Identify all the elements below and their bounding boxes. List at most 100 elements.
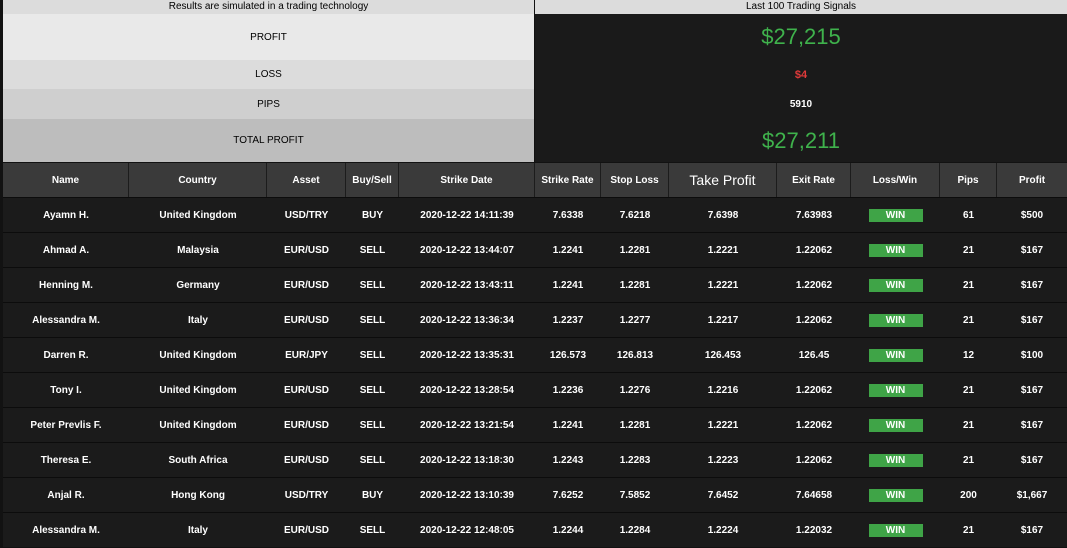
cell-name: Alessandra M. [32,314,100,326]
win-badge: WIN [868,243,923,257]
table-row: Darren R. United Kingdom EUR/JPY SELL 2020-1… [3,337,1067,372]
cell-asset: EUR/JPY [285,349,328,361]
signals-caption: Last 100 Trading Signals [535,0,1067,14]
signals-table: Name Country Asset Buy/Sell Strike Date … [3,163,1067,547]
header-strike-rate: Strike Rate [535,163,601,197]
cell-profit: $167 [1020,454,1044,466]
cell-pips: 21 [962,384,975,396]
cell-stop-loss: 1.2283 [619,454,651,466]
cell-country: United Kingdom [159,384,237,396]
win-badge: WIN [868,278,923,292]
table-row: Tony I. United Kingdom EUR/USD SELL 2020-12-… [3,372,1067,407]
header-take-profit: Take Profit [669,163,777,197]
cell-buy-sell: SELL [359,349,386,361]
total-profit-value: $27,211 [535,119,1067,162]
cell-exit-rate: 126.45 [798,349,830,361]
pips-value: 5910 [535,89,1067,119]
header-strike-date: Strike Date [399,163,535,197]
cell-take-profit: 7.6398 [707,209,739,221]
cell-loss-win: WIN [851,198,940,232]
cell-name: Ayamn H. [43,209,89,221]
cell-strike-date: 2020-12-22 13:44:07 [420,244,514,256]
cell-strike-date: 2020-12-22 13:21:54 [420,419,514,431]
cell-exit-rate: 1.22032 [795,524,833,536]
cell-country: Malaysia [177,244,219,256]
cell-strike-date: 2020-12-22 13:18:30 [420,454,514,466]
cell-pips: 21 [962,244,975,256]
cell-stop-loss: 1.2281 [619,419,651,431]
cell-loss-win: WIN [851,338,940,372]
cell-country: United Kingdom [159,209,237,221]
cell-country: South Africa [168,454,228,466]
table-row: Peter Prevlis F. United Kingdom EUR/USD SEL… [3,407,1067,442]
table-row: Alessandra M. Italy EUR/USD SELL 2020-12-22 … [3,302,1067,337]
cell-country: Italy [187,524,208,536]
cell-profit: $167 [1020,244,1044,256]
cell-exit-rate: 1.22062 [795,279,833,291]
cell-buy-sell: SELL [359,384,386,396]
cell-strike-date: 2020-12-22 12:48:05 [420,524,514,536]
cell-stop-loss: 1.2281 [619,244,651,256]
cell-name: Anjal R. [47,489,85,501]
win-badge: WIN [868,488,923,502]
cell-take-profit: 126.453 [704,349,742,361]
header-stop-loss: Stop Loss [601,163,669,197]
cell-asset: EUR/USD [283,384,329,396]
header-loss-win: Loss/Win [851,163,940,197]
cell-name: Ahmad A. [42,244,90,256]
loss-value: $4 [535,60,1067,89]
cell-exit-rate: 7.64658 [795,489,833,501]
cell-take-profit: 1.2216 [707,384,739,396]
cell-stop-loss: 1.2281 [619,279,651,291]
cell-exit-rate: 1.22062 [795,314,833,326]
header-profit: Profit [1018,174,1046,186]
cell-asset: EUR/USD [283,454,329,466]
cell-buy-sell: SELL [359,524,386,536]
cell-pips: 61 [962,209,975,221]
cell-strike-date: 2020-12-22 13:28:54 [420,384,514,396]
cell-stop-loss: 1.2277 [619,314,651,326]
cell-loss-win: WIN [851,443,940,477]
cell-buy-sell: BUY [361,489,384,501]
cell-name: Tony I. [50,384,82,396]
win-badge: WIN [868,313,923,327]
cell-strike-rate: 1.2244 [552,524,584,536]
summary-panel: Results are simulated in a trading techn… [0,0,1067,162]
cell-take-profit: 7.6452 [707,489,739,501]
cell-loss-win: WIN [851,408,940,442]
cell-profit: $167 [1020,524,1044,536]
cell-loss-win: WIN [851,373,940,407]
cell-profit: $100 [1020,349,1044,361]
win-badge: WIN [868,208,923,222]
cell-asset: EUR/USD [283,419,329,431]
cell-stop-loss: 7.6218 [619,209,651,221]
cell-take-profit: 1.2223 [707,454,739,466]
cell-asset: EUR/USD [283,524,329,536]
table-row: Ahmad A. Malaysia EUR/USD SELL 2020-12-22 13… [3,232,1067,267]
cell-profit: $1,667 [1016,489,1048,501]
cell-strike-rate: 7.6252 [552,489,584,501]
cell-take-profit: 1.2221 [707,244,739,256]
cell-name: Alessandra M. [32,524,100,536]
cell-strike-date: 2020-12-22 13:36:34 [420,314,514,326]
cell-loss-win: WIN [851,513,940,547]
cell-pips: 21 [962,279,975,291]
cell-pips: 21 [962,419,975,431]
cell-strike-rate: 1.2237 [552,314,584,326]
cell-buy-sell: SELL [359,279,386,291]
cell-loss-win: WIN [851,478,940,512]
win-badge: WIN [868,523,923,537]
table-row: Theresa E. South Africa EUR/USD SELL 2020-12… [3,442,1067,477]
cell-strike-date: 2020-12-22 13:43:11 [420,279,514,291]
cell-strike-rate: 7.6338 [552,209,584,221]
cell-stop-loss: 1.2284 [619,524,651,536]
cell-buy-sell: SELL [359,419,386,431]
cell-buy-sell: BUY [361,209,384,221]
header-buy-sell: Buy/Sell [346,163,399,197]
cell-buy-sell: SELL [359,314,386,326]
cell-loss-win: WIN [851,233,940,267]
cell-asset: EUR/USD [283,314,329,326]
loss-label: LOSS [3,60,534,89]
cell-strike-date: 2020-12-22 13:10:39 [420,489,514,501]
cell-strike-rate: 1.2241 [552,419,584,431]
